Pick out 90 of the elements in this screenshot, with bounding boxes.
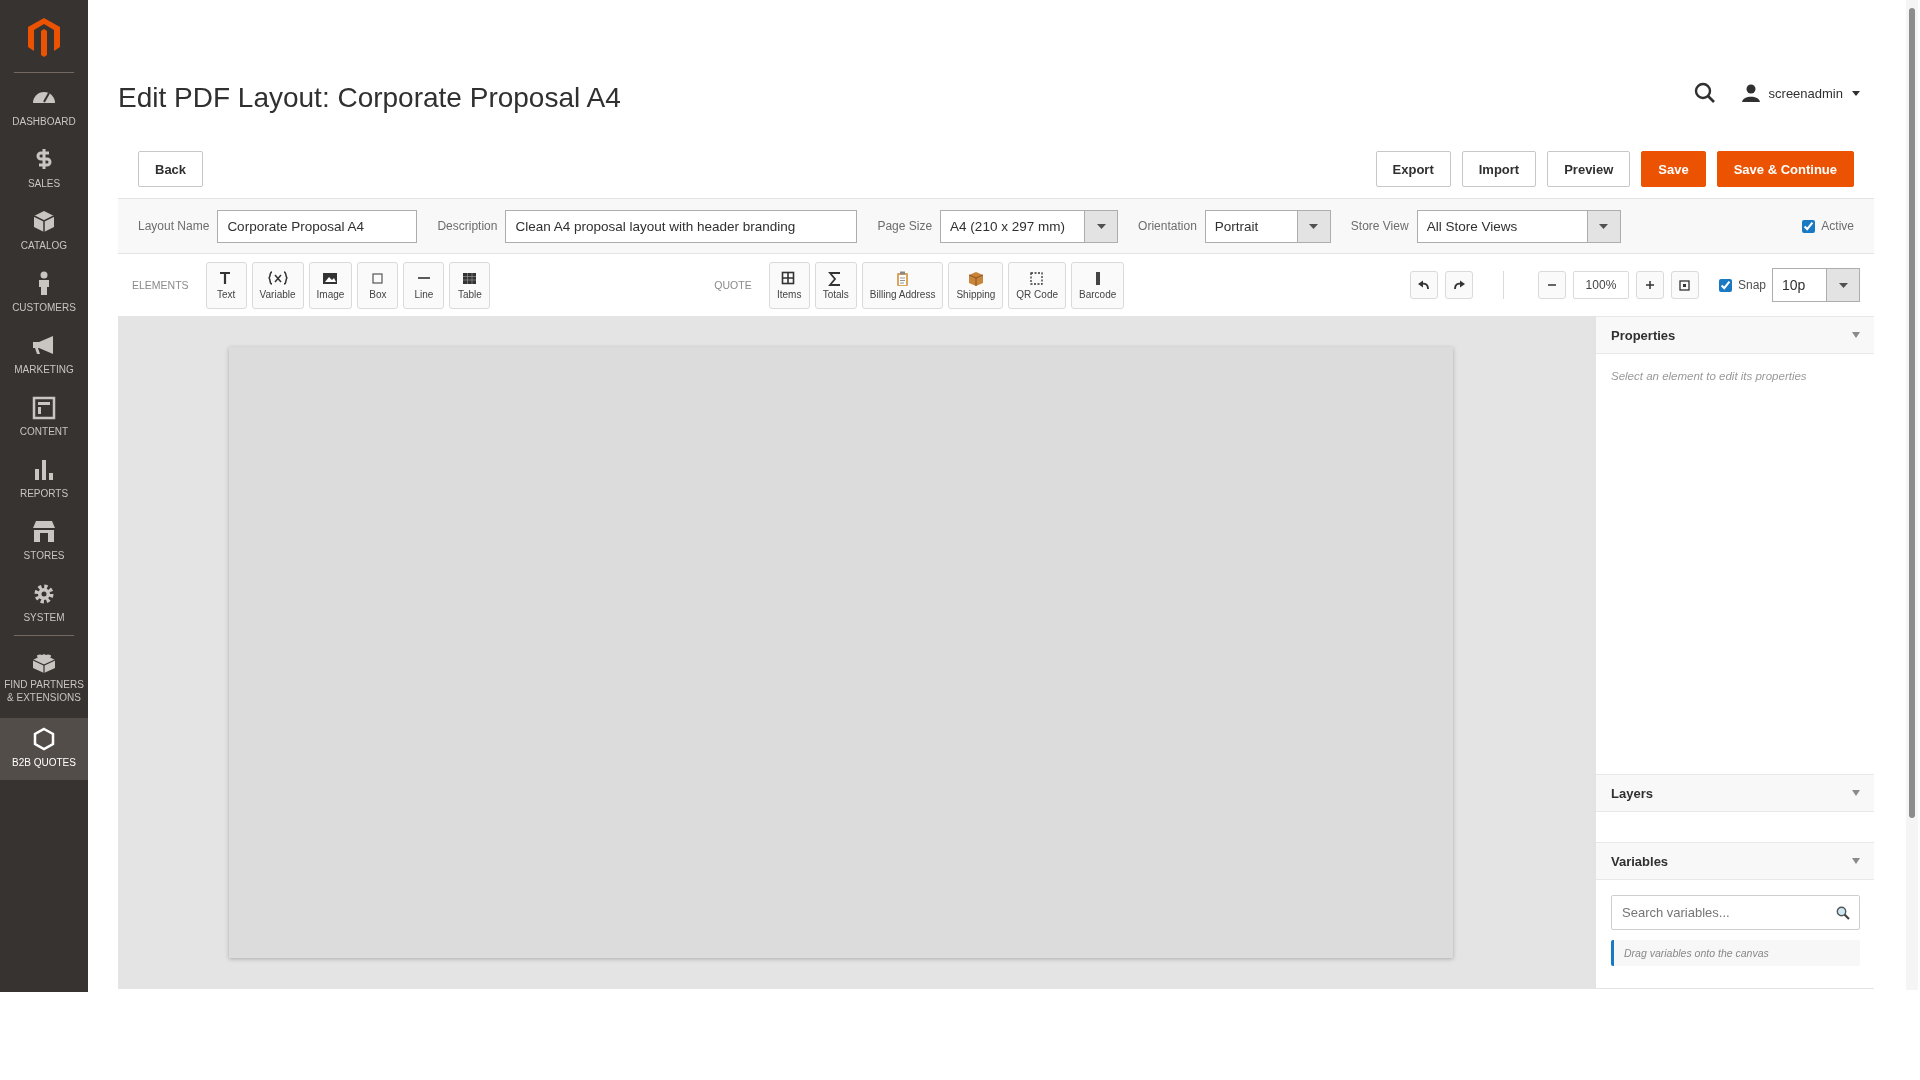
caret-icon <box>1852 332 1860 338</box>
section-header[interactable]: Properties <box>1596 316 1874 354</box>
image-icon <box>322 270 339 286</box>
checkbox-label: Snap <box>1737 278 1766 292</box>
tool-button[interactable]: Table <box>449 261 491 309</box>
caret-icon <box>1096 223 1106 229</box>
field-label: Page Size <box>877 219 933 233</box>
snap-checkbox[interactable] <box>1718 278 1732 292</box>
user-icon <box>1741 84 1760 102</box>
dash-icon <box>417 277 430 279</box>
dropdown[interactable]: Portrait <box>1204 209 1331 243</box>
redo-icon <box>1452 280 1465 290</box>
storefront-icon <box>31 519 57 545</box>
group-label: ELEMENTS <box>132 279 189 291</box>
primary-button[interactable]: Save <box>1641 151 1706 187</box>
sidebar-item[interactable]: REPORTS <box>0 449 88 511</box>
action-button[interactable]: Export <box>1375 151 1451 187</box>
square-icon <box>369 270 386 286</box>
tool-button[interactable]: QR Code <box>1008 261 1067 309</box>
caret-icon <box>1852 90 1860 96</box>
tool-button[interactable]: Box <box>357 261 399 309</box>
search-field[interactable]: Search variables... <box>1611 895 1860 930</box>
braces-icon <box>267 270 288 286</box>
tool-button[interactable]: Barcode <box>1071 261 1125 309</box>
primary-button[interactable]: Save & Continue <box>1716 151 1854 187</box>
field-label: Orientation <box>1138 219 1197 233</box>
field-label: Layout Name <box>138 219 210 233</box>
action-button[interactable]: Preview <box>1547 151 1631 187</box>
sidebar-item[interactable]: SALES <box>0 139 88 201</box>
section-header[interactable]: Layers <box>1596 774 1874 812</box>
package-icon <box>967 270 984 286</box>
sidebar-item[interactable]: FIND PARTNERS & EXTENSIONS <box>0 640 88 712</box>
scrollbar[interactable] <box>1906 0 1918 990</box>
field-label: Store View <box>1350 219 1409 233</box>
tool-button[interactable]: Items <box>768 261 810 309</box>
text-field[interactable]: Clean A4 proposal layout with header branding <box>505 209 858 243</box>
text-field[interactable]: Corporate Proposal A4 <box>217 209 418 243</box>
group-label: QUOTE <box>714 279 752 291</box>
page-title: Edit PDF Layout: Corporate Proposal A4 <box>118 81 621 115</box>
plus-icon <box>1644 280 1655 290</box>
dropdown[interactable]: A4 (210 x 297 mm) <box>940 209 1119 243</box>
dropdown[interactable]: All Store Views <box>1416 209 1621 243</box>
action-button[interactable]: Import <box>1461 151 1537 187</box>
caret-icon <box>1599 223 1609 229</box>
fit-icon <box>1679 279 1691 291</box>
grid-size-dropdown[interactable]: 10p <box>1772 268 1860 302</box>
undo-button[interactable] <box>1409 271 1438 299</box>
sidebar-item[interactable]: SYSTEM <box>0 573 88 635</box>
caret-icon <box>1852 858 1860 864</box>
fit-button[interactable] <box>1670 271 1699 299</box>
zoom-in-button[interactable] <box>1635 271 1664 299</box>
magnifier-icon <box>1836 906 1850 920</box>
redo-button[interactable] <box>1444 271 1473 299</box>
undo-icon <box>1417 280 1430 290</box>
sidebar-item[interactable]: MARKETING <box>0 325 88 387</box>
hexagon-icon <box>31 726 57 752</box>
tool-button[interactable]: Line <box>403 261 445 309</box>
sidebar-item[interactable]: CATALOG <box>0 201 88 263</box>
layout-icon <box>31 395 57 421</box>
hint-note: Drag variables onto the canvas <box>1611 940 1860 966</box>
grid-icon <box>461 270 478 286</box>
tool-button[interactable]: Shipping <box>948 261 1004 309</box>
action-button[interactable]: Back <box>138 151 204 187</box>
field-label: Description <box>437 219 498 233</box>
cube-icon <box>31 209 57 235</box>
sidebar-item[interactable]: CONTENT <box>0 387 88 449</box>
tool-button[interactable]: Variable <box>251 261 304 309</box>
user-menu[interactable]: screenadmin <box>1741 84 1860 102</box>
sidebar-item[interactable]: STORES <box>0 511 88 573</box>
tool-button[interactable]: Text <box>205 261 247 309</box>
tool-button[interactable]: Billing Address <box>861 261 944 309</box>
logo-icon <box>27 17 61 57</box>
clipboard-icon <box>894 270 911 286</box>
checkbox-label: Active <box>1821 219 1854 233</box>
bar-icon <box>1095 271 1100 285</box>
caret-icon <box>1838 282 1848 288</box>
caret-icon <box>1852 790 1860 796</box>
dotted-square-icon <box>1029 270 1046 286</box>
zoom-level: 100% <box>1572 271 1629 299</box>
section-header[interactable]: Variables <box>1596 842 1874 880</box>
active-checkbox[interactable] <box>1802 219 1816 233</box>
caret-icon <box>1309 223 1319 229</box>
user-name: screenadmin <box>1768 85 1843 101</box>
hint-text: Select an element to edit its properties <box>1611 370 1808 382</box>
sidebar-item[interactable]: DASHBOARD <box>0 77 88 139</box>
sidebar-item[interactable]: CUSTOMERS <box>0 263 88 325</box>
tool-button[interactable]: Totals <box>814 261 857 309</box>
sidebar-item[interactable]: B2B QUOTES <box>0 718 88 780</box>
tool-button[interactable]: Image <box>308 261 353 309</box>
search-icon <box>1693 82 1716 104</box>
